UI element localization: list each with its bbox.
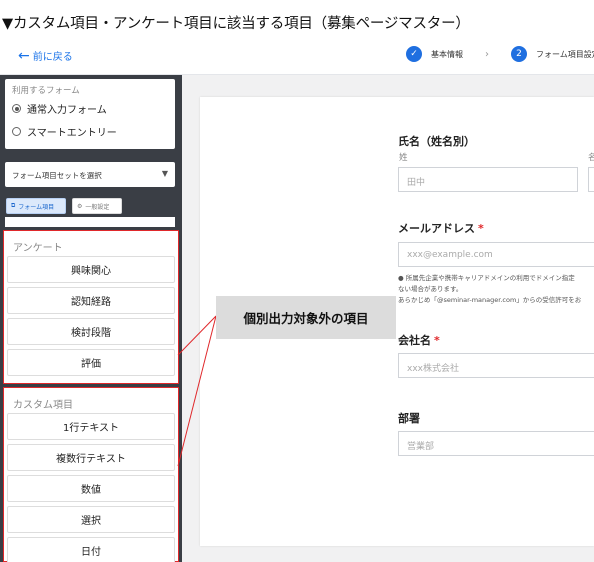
callout-leader-lines bbox=[177, 315, 217, 467]
annotation-callout: 個別出力対象外の項目 bbox=[216, 296, 396, 339]
